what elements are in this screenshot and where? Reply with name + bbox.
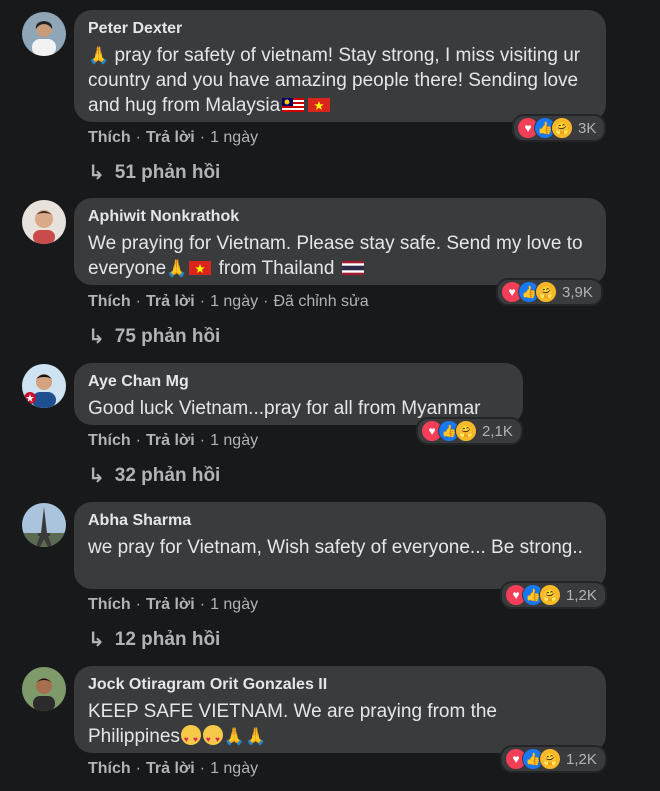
replies-count: 51 phản hồi (114, 161, 221, 183)
comment-text-body: pray for safety of vietnam! Stay strong,… (88, 45, 581, 116)
comment-text: 🙏 pray for safety of vietnam! Stay stron… (88, 43, 592, 118)
vietnam-flag-icon (308, 98, 331, 112)
reply-arrow-icon: ↳ (88, 162, 105, 184)
comment-time[interactable]: 1 ngày (210, 596, 258, 613)
comment-time[interactable]: 1 ngày (210, 129, 258, 146)
comment-actions: Thích · Trả lời · 1 ngày · Đã chỉnh sửa (88, 293, 369, 310)
comment-text: KEEP SAFE VIETNAM. We are praying from t… (88, 699, 592, 752)
comment-actions: Thích · Trả lời · 1 ngày (88, 596, 259, 613)
reactions-summary[interactable]: ♥ 👍 🤗 1,2K (500, 745, 607, 773)
reply-link[interactable]: Trả lời (146, 760, 195, 777)
reaction-count: 1,2K (566, 586, 597, 604)
reply-arrow-icon: ↳ (88, 629, 105, 651)
reactions-summary[interactable]: ♥ 👍 🤗 1,2K (500, 581, 607, 609)
comment-bubble: Abha Sharma we pray for Vietnam, Wish sa… (74, 502, 606, 589)
vietnam-flag-icon (189, 261, 212, 275)
like-link[interactable]: Thích (88, 432, 131, 449)
heart-eyes-icon (202, 725, 223, 752)
reply-arrow-icon: ↳ (88, 326, 105, 348)
reactions-summary[interactable]: ♥ 👍 🤗 3K (512, 114, 607, 142)
care-icon: 🤗 (551, 117, 573, 139)
replies-count: 12 phản hồi (114, 628, 221, 650)
comment-author[interactable]: Aye Chan Mg (88, 372, 509, 392)
view-replies-link[interactable]: ↳ 12 phản hồi (88, 627, 220, 652)
reaction-count: 1,2K (566, 750, 597, 768)
comment-actions: Thích · Trả lời · 1 ngày (88, 760, 259, 777)
care-icon: 🤗 (539, 748, 561, 770)
comment-bubble: Peter Dexter 🙏 pray for safety of vietna… (74, 10, 606, 122)
care-icon: 🤗 (535, 281, 557, 303)
folded-hands-icon: 🙏 (223, 727, 246, 746)
avatar[interactable] (22, 667, 66, 711)
comment-text: We praying for Vietnam. Please stay safe… (88, 231, 592, 281)
comment-bubble: Aphiwit Nonkrathok We praying for Vietna… (74, 198, 606, 285)
comment-time[interactable]: 1 ngày (210, 760, 258, 777)
reply-arrow-icon: ↳ (88, 465, 105, 487)
reply-link[interactable]: Trả lời (146, 293, 195, 310)
comment-author[interactable]: Jock Otiragram Orit Gonzales II (88, 675, 592, 695)
comment-time[interactable]: 1 ngày (210, 293, 258, 310)
comment-actions: Thích · Trả lời · 1 ngày (88, 432, 259, 449)
avatar[interactable] (22, 364, 66, 408)
care-icon: 🤗 (539, 584, 561, 606)
heart-eyes-icon (180, 725, 201, 752)
reactions-summary[interactable]: ♥ 👍 🤗 3,9K (496, 278, 603, 306)
reactions-summary[interactable]: ♥ 👍 🤗 2,1K (416, 417, 523, 445)
like-link[interactable]: Thích (88, 760, 131, 777)
comment-actions: Thích · Trả lời · 1 ngày (88, 129, 259, 146)
replies-count: 32 phản hồi (114, 464, 221, 486)
thailand-flag-icon (341, 261, 364, 275)
like-link[interactable]: Thích (88, 596, 131, 613)
folded-hands-icon: 🙏 (166, 259, 188, 278)
comment-text-body: KEEP SAFE VIETNAM. We are praying from t… (88, 701, 498, 747)
reply-link[interactable]: Trả lời (146, 596, 195, 613)
reply-link[interactable]: Trả lời (146, 432, 195, 449)
like-link[interactable]: Thích (88, 129, 131, 146)
comment-text-body: We praying for Vietnam. Please stay safe… (88, 233, 583, 279)
comment-author[interactable]: Aphiwit Nonkrathok (88, 207, 592, 227)
comment-text-body: from Thailand (218, 258, 335, 279)
folded-hands-icon: 🙏 (88, 46, 110, 65)
reaction-count: 3,9K (562, 283, 593, 301)
folded-hands-icon: 🙏 (245, 727, 267, 746)
comment-author[interactable]: Peter Dexter (88, 19, 592, 39)
comment-text: we pray for Vietnam, Wish safety of ever… (88, 537, 583, 558)
edited-label[interactable]: Đã chỉnh sửa (273, 293, 368, 310)
reaction-count: 3K (578, 119, 597, 137)
avatar[interactable] (22, 503, 66, 547)
comment-bubble: Aye Chan Mg Good luck Vietnam...pray for… (74, 363, 523, 425)
avatar[interactable] (22, 200, 66, 244)
reply-link[interactable]: Trả lời (146, 129, 195, 146)
avatar[interactable] (22, 12, 66, 56)
care-icon: 🤗 (455, 420, 477, 442)
malaysia-flag-icon (282, 98, 305, 112)
comment-time[interactable]: 1 ngày (210, 432, 258, 449)
view-replies-link[interactable]: ↳ 51 phản hồi (88, 160, 220, 185)
like-link[interactable]: Thích (88, 293, 131, 310)
view-replies-link[interactable]: ↳ 32 phản hồi (88, 463, 220, 488)
comment-author[interactable]: Abha Sharma (88, 511, 592, 531)
replies-count: 75 phản hồi (114, 325, 221, 347)
comment-bubble: Jock Otiragram Orit Gonzales II KEEP SAF… (74, 666, 606, 753)
reaction-count: 2,1K (482, 422, 513, 440)
view-replies-link[interactable]: ↳ 75 phản hồi (88, 324, 220, 349)
